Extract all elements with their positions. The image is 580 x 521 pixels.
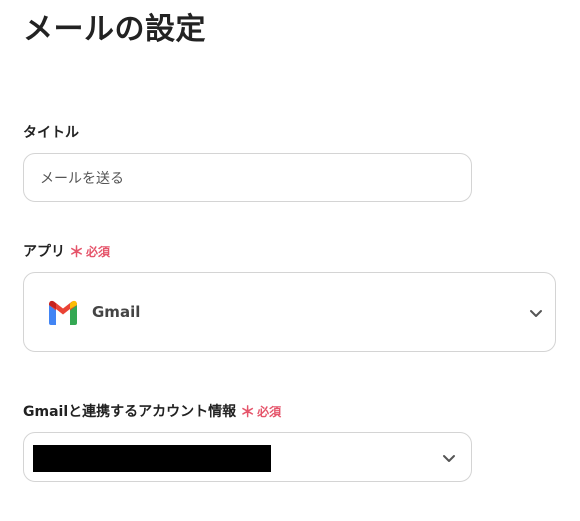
required-text: 必須 — [86, 245, 111, 259]
chevron-down-icon — [443, 455, 455, 462]
required-star: ＊ — [240, 403, 256, 421]
selected-app-name: Gmail — [92, 303, 141, 321]
app-label-text: アプリ — [23, 244, 65, 260]
required-star: ＊ — [69, 243, 85, 261]
app-select-dropdown[interactable]: Gmail — [23, 272, 556, 352]
required-badge: ＊必須 — [240, 403, 282, 421]
title-input[interactable] — [23, 153, 472, 202]
required-badge: ＊必須 — [69, 243, 111, 261]
title-label-text: タイトル — [23, 125, 79, 141]
chevron-down-icon — [530, 310, 542, 317]
page-title: メールの設定 — [23, 12, 206, 47]
gmail-icon — [49, 300, 77, 325]
redacted-account-value — [33, 445, 271, 472]
account-select-dropdown[interactable] — [23, 432, 472, 482]
account-field-label: Gmailと連携するアカウント情報＊必須 — [23, 401, 281, 422]
required-text: 必須 — [257, 405, 282, 419]
account-label-text: Gmailと連携するアカウント情報 — [23, 404, 237, 420]
app-field-label: アプリ＊必須 — [23, 241, 110, 262]
title-field-label: タイトル — [23, 123, 79, 143]
